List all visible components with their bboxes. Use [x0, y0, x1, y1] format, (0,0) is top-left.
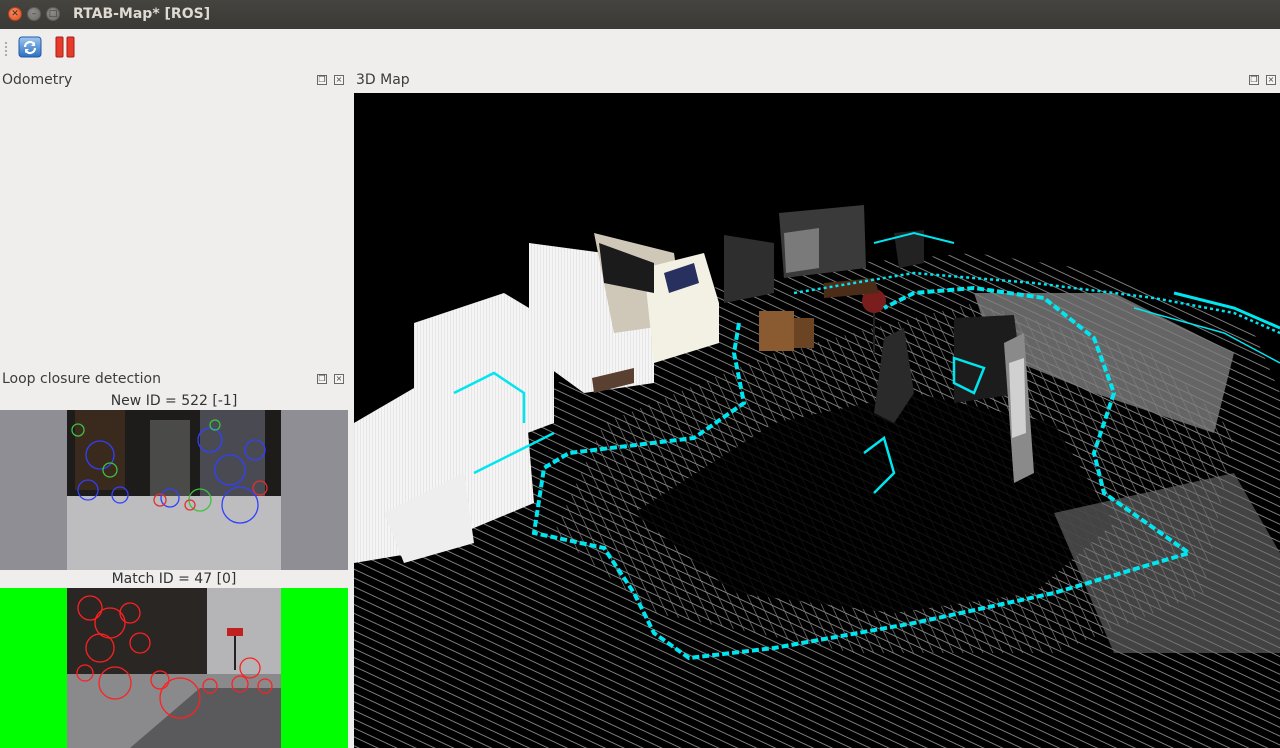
- close-icon: ×: [335, 374, 343, 383]
- window-titlebar: ✕ – □ RTAB-Map* [ROS]: [0, 0, 1280, 29]
- odometry-dock-title: Odometry: [2, 72, 73, 88]
- loop-closure-close-button[interactable]: ×: [334, 374, 344, 384]
- new-image-view[interactable]: [0, 410, 348, 570]
- toolbar-grip[interactable]: [4, 41, 8, 57]
- main-toolbar: [0, 29, 1280, 67]
- map3d-view[interactable]: [354, 93, 1280, 748]
- odometry-float-button[interactable]: ❐: [317, 75, 327, 85]
- map3d-close-button[interactable]: ×: [1266, 75, 1276, 85]
- close-icon: ✕: [11, 9, 19, 19]
- odometry-view: [0, 93, 350, 368]
- refresh-icon: [18, 36, 42, 58]
- close-icon: ×: [1267, 75, 1275, 84]
- close-icon: ×: [335, 75, 343, 84]
- new-id-label: New ID = 522 [-1]: [110, 393, 238, 409]
- match-id-label: Match ID = 47 [0]: [111, 571, 237, 587]
- odometry-close-button[interactable]: ×: [334, 75, 344, 85]
- map3d-dock-title: 3D Map: [356, 72, 410, 88]
- pause-button[interactable]: [51, 33, 79, 61]
- maximize-icon: □: [48, 9, 58, 19]
- loop-closure-dock-title: Loop closure detection: [2, 371, 161, 387]
- window-title: RTAB-Map* [ROS]: [73, 6, 211, 22]
- refresh-button[interactable]: [16, 33, 44, 61]
- pause-icon: [55, 36, 75, 58]
- float-icon: ❐: [318, 75, 326, 84]
- window-maximize-button[interactable]: □: [46, 7, 60, 21]
- window-close-button[interactable]: ✕: [8, 7, 22, 21]
- match-image-view[interactable]: [0, 588, 348, 748]
- loop-closure-float-button[interactable]: ❐: [317, 374, 327, 384]
- float-icon: ❐: [1250, 75, 1258, 84]
- minimize-icon: –: [31, 9, 37, 19]
- float-icon: ❐: [318, 374, 326, 383]
- map3d-float-button[interactable]: ❐: [1249, 75, 1259, 85]
- window-minimize-button[interactable]: –: [27, 7, 41, 21]
